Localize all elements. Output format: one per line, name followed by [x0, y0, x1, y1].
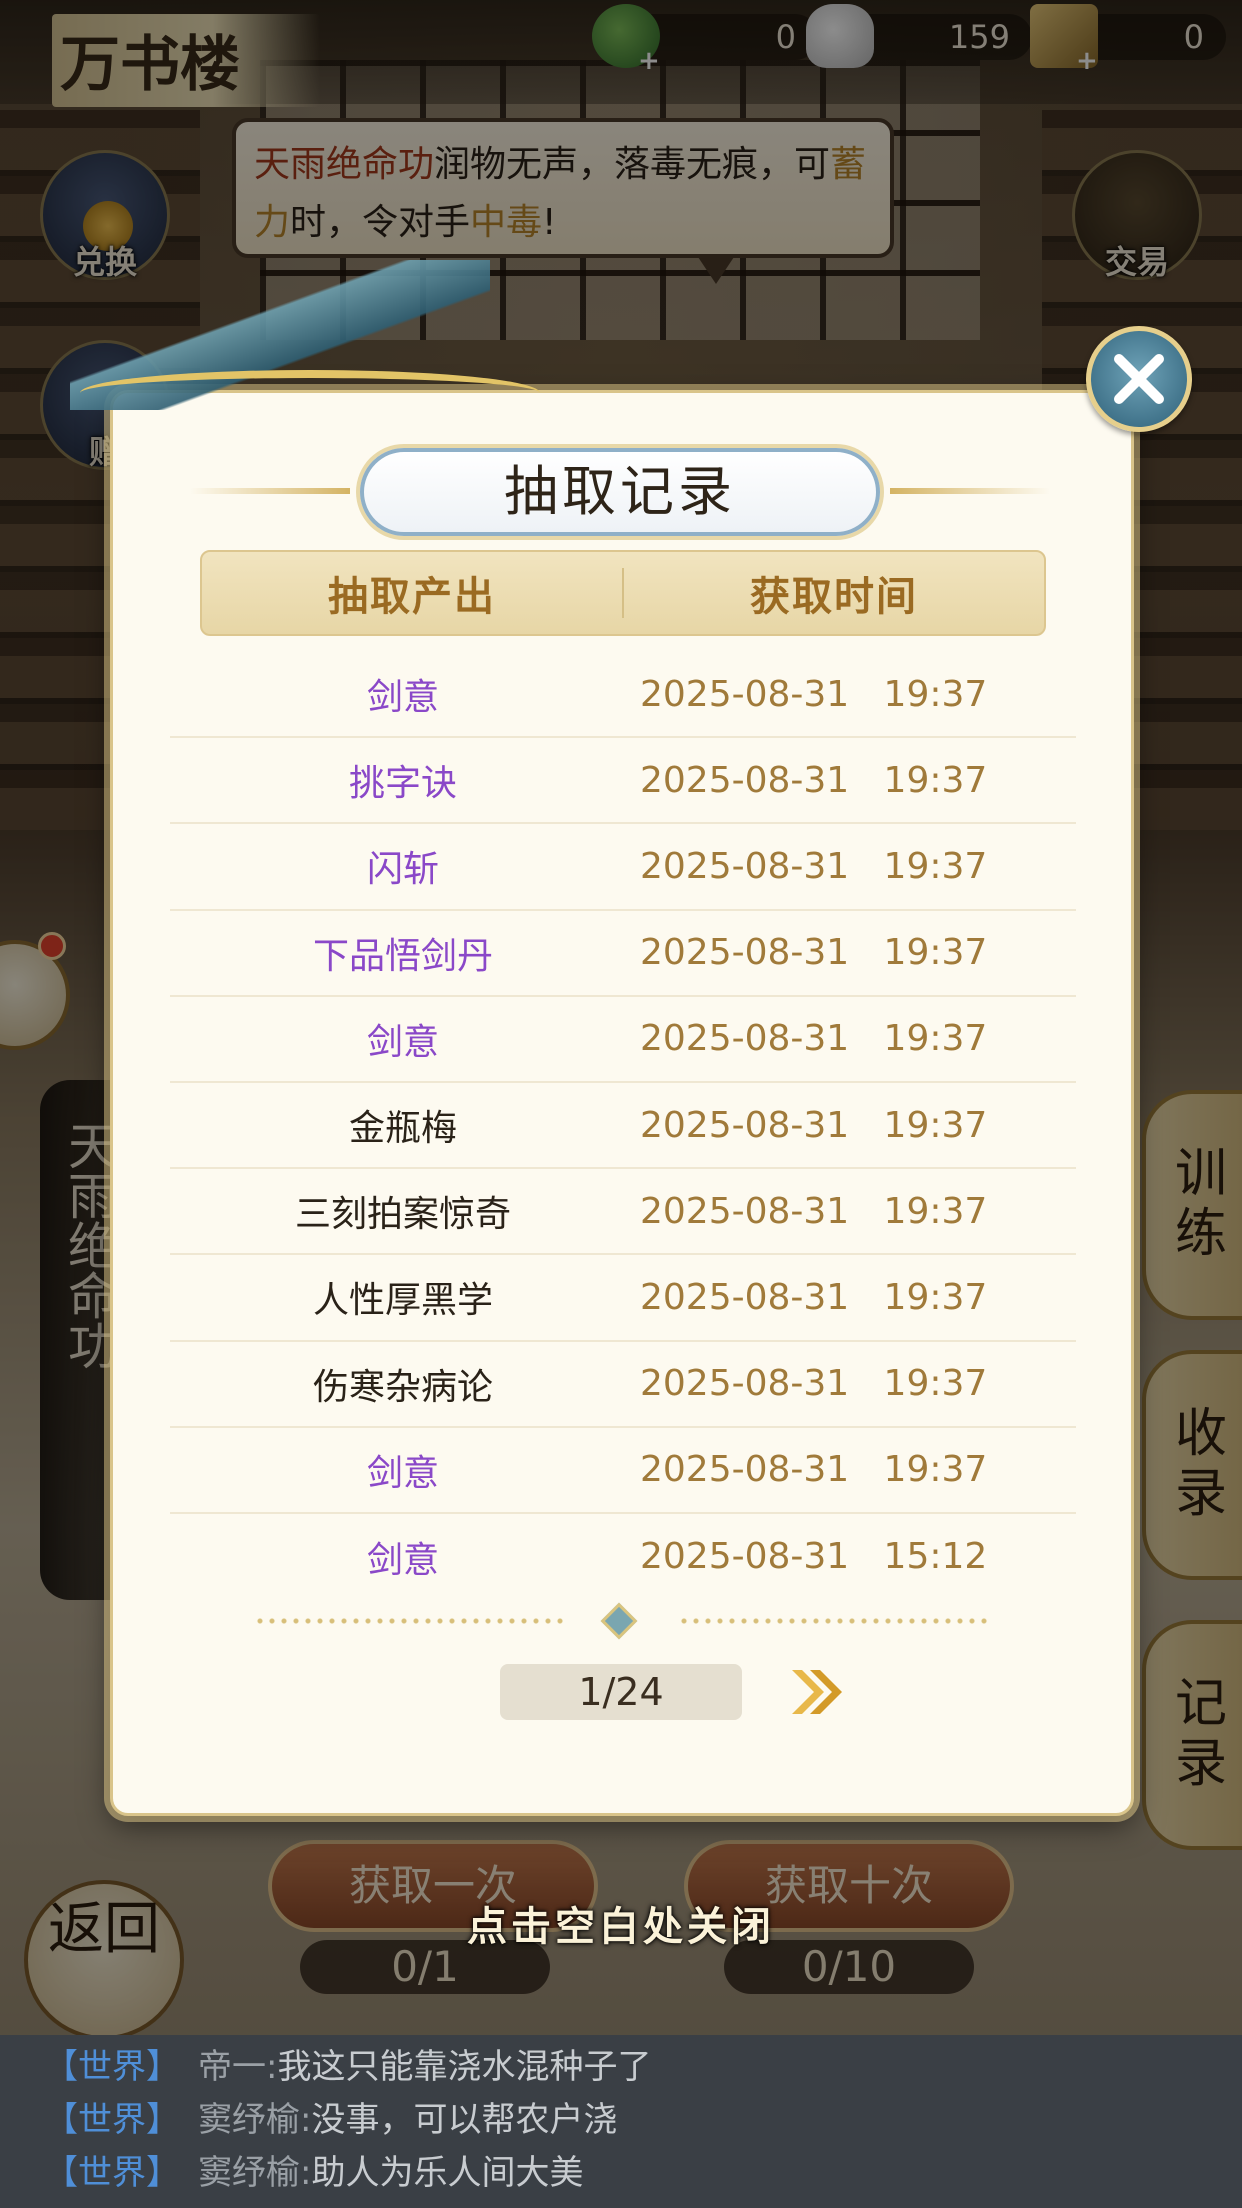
record-row: 伤寒杂病论 2025-08-31 19:37	[170, 1342, 1076, 1428]
title-ornament-right	[890, 488, 1050, 494]
page-indicator: 1/24	[500, 1664, 742, 1720]
record-time: 2025-08-31 19:37	[640, 1104, 988, 1146]
record-item-name: 下品悟剑丹	[312, 935, 493, 977]
record-time: 2025-08-31 19:37	[640, 1449, 988, 1491]
record-row: 剑意 2025-08-31 15:12	[170, 1514, 1076, 1600]
record-item-name: 剑意	[366, 1452, 439, 1494]
column-header-time: 获取时间	[750, 574, 918, 620]
record-row: 三刻拍案惊奇 2025-08-31 19:37	[170, 1169, 1076, 1256]
record-time: 2025-08-31 19:37	[640, 1018, 988, 1060]
chat-message: 【世界】 窦纾榆:助人为乐人间大美	[44, 2146, 583, 2200]
chat-channel: 【世界】	[44, 2047, 180, 2087]
record-row: 下品悟剑丹 2025-08-31 19:37	[170, 911, 1076, 997]
chat-text: 没事，可以帮农户浇	[311, 2100, 618, 2140]
record-time: 2025-08-31 19:37	[640, 1363, 988, 1405]
record-item-name: 金瓶梅	[348, 1108, 457, 1150]
record-item-name: 剑意	[366, 677, 439, 719]
chat-text: 我这只能靠浇水混种子了	[277, 2047, 652, 2087]
column-header-item: 抽取产出	[328, 574, 496, 620]
record-item-name: 剑意	[366, 1021, 439, 1063]
record-item-name: 人性厚黑学	[312, 1280, 493, 1322]
record-time: 2025-08-31 19:37	[640, 932, 988, 974]
record-time: 2025-08-31 19:37	[640, 673, 988, 715]
record-list[interactable]: 剑意 2025-08-31 19:37 挑字诀 2025-08-31 19:37 闪斩 2…	[170, 652, 1076, 1600]
record-row: 剑意 2025-08-31 19:37	[170, 1428, 1076, 1514]
chat-speaker: 窦纾榆:	[198, 2100, 312, 2140]
record-time: 2025-08-31 15:12	[640, 1536, 988, 1578]
close-hint: 点击空白处关闭	[467, 1903, 775, 1950]
record-item-name: 闪斩	[366, 849, 439, 891]
record-time: 2025-08-31 19:37	[640, 845, 988, 887]
record-time: 2025-08-31 19:37	[640, 759, 988, 801]
modal-title: 抽取记录	[504, 460, 736, 523]
diamond-ornament-icon	[600, 1602, 638, 1640]
record-row: 金瓶梅 2025-08-31 19:37	[170, 1083, 1076, 1170]
dotted-line-right	[678, 1618, 988, 1624]
chat-speaker: 窦纾榆:	[198, 2153, 312, 2193]
chat-channel: 【世界】	[44, 2153, 180, 2193]
table-header: 抽取产出 获取时间	[200, 550, 1046, 636]
record-time: 2025-08-31 19:37	[640, 1190, 988, 1232]
record-row: 闪斩 2025-08-31 19:37	[170, 824, 1076, 911]
close-icon	[1114, 354, 1164, 404]
next-page-button[interactable]	[786, 1664, 850, 1720]
record-row: 人性厚黑学 2025-08-31 19:37	[170, 1255, 1076, 1342]
close-button[interactable]	[1086, 326, 1192, 432]
record-row: 剑意 2025-08-31 19:37	[170, 652, 1076, 739]
list-divider	[254, 1602, 988, 1640]
chat-message: 【世界】 窦纾榆:没事，可以帮农户浇	[44, 2093, 617, 2147]
chat-message: 【世界】 帝一:我这只能靠浇水混种子了	[44, 2040, 651, 2094]
record-item-name: 伤寒杂病论	[312, 1366, 493, 1408]
record-time: 2025-08-31 19:37	[640, 1276, 988, 1318]
record-item-name: 挑字诀	[348, 763, 457, 805]
dotted-line-left	[254, 1618, 564, 1624]
gold-cloud-decoration	[80, 370, 540, 416]
title-ornament-left	[190, 488, 350, 494]
chat-channel: 【世界】	[44, 2100, 180, 2140]
record-row: 挑字诀 2025-08-31 19:37	[170, 738, 1076, 825]
record-row: 剑意 2025-08-31 19:37	[170, 997, 1076, 1083]
chat-speaker: 帝一:	[198, 2047, 278, 2087]
record-item-name: 三刻拍案惊奇	[294, 1194, 511, 1236]
record-item-name: 剑意	[366, 1539, 439, 1581]
double-chevron-right-icon	[792, 1670, 842, 1714]
chat-text: 助人为乐人间大美	[311, 2153, 584, 2193]
